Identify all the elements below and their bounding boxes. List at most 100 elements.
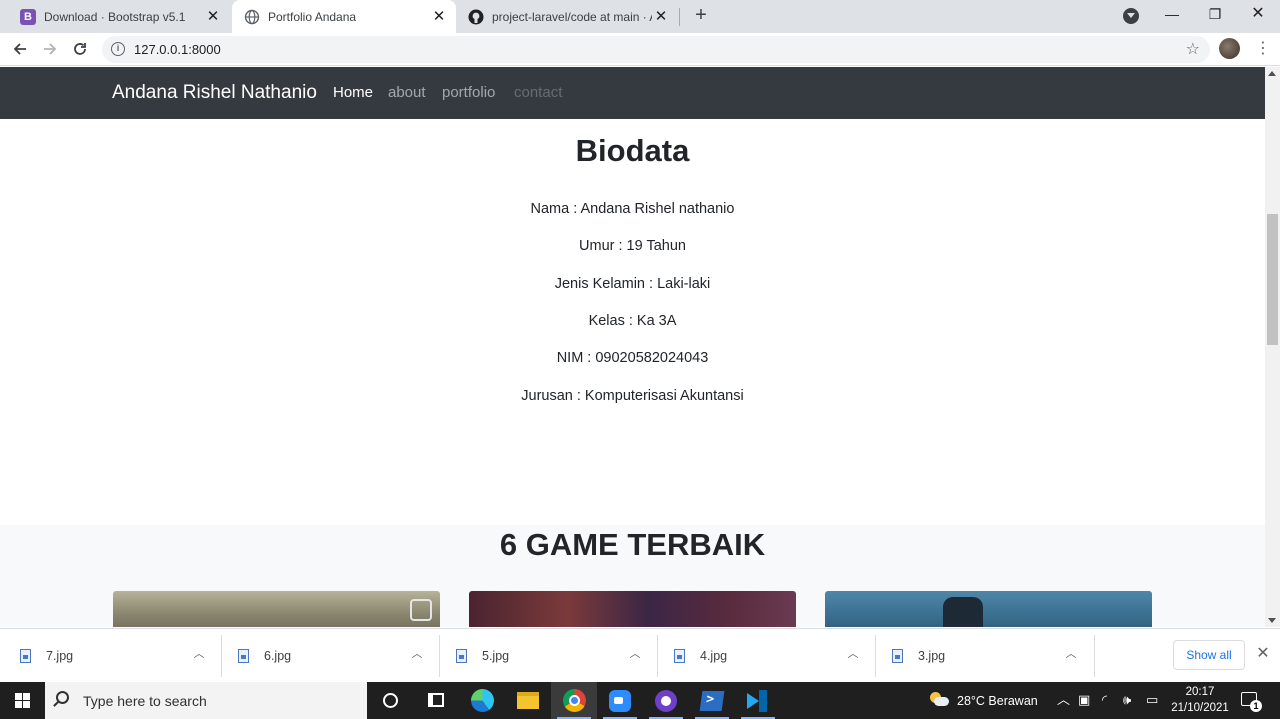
bookmark-star-icon[interactable]: ☆: [1186, 39, 1200, 59]
image-file-icon: [674, 649, 685, 663]
nav-link-about[interactable]: about: [388, 84, 426, 101]
close-icon[interactable]: ✕: [1253, 644, 1273, 664]
folder-icon: [517, 692, 539, 709]
edge-taskbar-button[interactable]: [459, 682, 505, 719]
nav-link-portfolio[interactable]: portfolio: [442, 84, 495, 101]
wifi-icon[interactable]: ◜: [1102, 691, 1107, 709]
vscode-taskbar-button[interactable]: [735, 682, 781, 719]
restore-button[interactable]: ❐: [1193, 0, 1237, 30]
network-status-icon[interactable]: ▣: [1078, 691, 1090, 709]
cortana-button[interactable]: [367, 682, 413, 719]
tab-search-icon[interactable]: [1123, 8, 1139, 24]
weather-widget[interactable]: 28°C Berawan: [957, 694, 1038, 708]
tab-portfolio[interactable]: Portfolio Andana ✕: [232, 0, 456, 33]
tab-strip: B Download · Bootstrap v5.1 ✕ Portfolio …: [0, 0, 1280, 33]
volume-icon[interactable]: 🕪: [1123, 691, 1131, 709]
game-card-image[interactable]: [113, 591, 440, 627]
clock-date: 21/10/2021: [1171, 702, 1229, 714]
chevron-up-icon[interactable]: ︿: [1057, 691, 1070, 709]
zoom-taskbar-button[interactable]: [597, 682, 643, 719]
taskbar-search[interactable]: Type here to search: [45, 682, 367, 719]
back-button[interactable]: [8, 37, 32, 61]
powershell-icon: [699, 691, 725, 711]
weather-icon[interactable]: [930, 692, 949, 706]
browser-menu-icon[interactable]: ⋮: [1255, 38, 1271, 60]
github-desktop-taskbar-button[interactable]: [643, 682, 689, 719]
window-close-button[interactable]: ✕: [1236, 0, 1280, 30]
tab-bootstrap[interactable]: B Download · Bootstrap v5.1 ✕: [8, 0, 230, 33]
powershell-taskbar-button[interactable]: [689, 682, 735, 719]
download-item[interactable]: 3.jpg ︿: [872, 629, 1093, 683]
file-explorer-taskbar-button[interactable]: [505, 682, 551, 719]
close-icon[interactable]: ✕: [652, 8, 670, 26]
address-bar[interactable]: i 127.0.0.1:8000 ☆: [102, 36, 1210, 63]
zoom-icon: [609, 690, 631, 712]
show-all-downloads-button[interactable]: Show all: [1173, 640, 1245, 670]
scroll-up-arrow-icon[interactable]: [1268, 71, 1276, 76]
download-item[interactable]: 5.jpg ︿: [436, 629, 657, 683]
taskbar-clock[interactable]: 20:17 21/10/2021: [1168, 684, 1232, 716]
github-icon: [468, 9, 484, 25]
tab-title: Download · Bootstrap v5.1: [44, 9, 186, 24]
download-filename: 5.jpg: [482, 649, 510, 663]
profile-avatar[interactable]: [1219, 38, 1240, 59]
edge-icon: [471, 689, 494, 712]
site-info-icon[interactable]: i: [111, 42, 125, 56]
battery-icon[interactable]: ▭: [1146, 691, 1158, 709]
download-divider: [1094, 635, 1095, 677]
minimize-button[interactable]: —: [1150, 0, 1194, 30]
chrome-taskbar-button[interactable]: [551, 682, 597, 719]
game-card-image[interactable]: [825, 591, 1152, 627]
new-tab-button[interactable]: +: [689, 4, 713, 28]
nav-link-contact[interactable]: contact: [514, 84, 562, 101]
task-view-button[interactable]: [413, 682, 459, 719]
tab-title: Portfolio Andana: [268, 9, 357, 24]
tab-github[interactable]: project-laravel/code at main · An ✕: [456, 0, 678, 33]
close-icon[interactable]: ✕: [430, 8, 448, 26]
game-card-image[interactable]: [469, 591, 796, 627]
chevron-up-icon[interactable]: ︿: [192, 646, 206, 660]
search-placeholder: Type here to search: [83, 693, 207, 709]
reload-button[interactable]: [68, 37, 92, 61]
bio-kelas: Kelas : Ka 3A: [588, 313, 677, 329]
scrollbar-thumb[interactable]: [1267, 214, 1278, 345]
chevron-up-icon[interactable]: ︿: [1064, 646, 1078, 660]
biodata-heading: Biodata: [575, 133, 690, 168]
navbar-brand[interactable]: Andana Rishel Nathanio: [112, 82, 317, 104]
image-file-icon: [456, 649, 467, 663]
chrome-icon: [563, 689, 586, 712]
image-file-icon: [20, 649, 31, 663]
windows-logo-icon: [15, 693, 30, 708]
clock-time: 20:17: [1185, 686, 1215, 698]
nav-link-home[interactable]: Home: [333, 84, 373, 101]
bio-umur: Umur : 19 Tahun: [579, 238, 686, 254]
bio-jenis-kelamin: Jenis Kelamin : Laki-laki: [554, 276, 711, 292]
windows-taskbar: Type here to search 28°C Berawan ︿ ▣ ◜ 🕪…: [0, 682, 1280, 719]
games-heading: 6 GAME TERBAIK: [499, 527, 766, 562]
forward-button[interactable]: [38, 37, 62, 61]
download-item[interactable]: 7.jpg ︿: [0, 629, 221, 683]
page-viewport: Andana Rishel Nathanio Home about portfo…: [0, 67, 1265, 627]
tab-divider: [679, 8, 680, 26]
page-scrollbar[interactable]: [1265, 67, 1280, 627]
url-text[interactable]: 127.0.0.1:8000: [134, 42, 221, 57]
chevron-up-icon[interactable]: ︿: [846, 646, 860, 660]
download-filename: 4.jpg: [700, 649, 728, 663]
game-character: [943, 597, 983, 627]
download-item[interactable]: 6.jpg ︿: [218, 629, 439, 683]
download-filename: 6.jpg: [264, 649, 292, 663]
chevron-up-icon[interactable]: ︿: [628, 646, 642, 660]
notification-count-badge: 1: [1250, 700, 1262, 712]
download-filename: 3.jpg: [918, 649, 946, 663]
browser-toolbar: i 127.0.0.1:8000 ☆: [0, 33, 1280, 66]
close-icon[interactable]: ✕: [204, 8, 222, 26]
task-view-icon: [428, 693, 444, 707]
search-icon: [56, 691, 69, 704]
download-item[interactable]: 4.jpg ︿: [654, 629, 875, 683]
scroll-down-arrow-icon[interactable]: [1268, 618, 1276, 623]
github-desktop-icon: [655, 690, 677, 712]
start-button[interactable]: [0, 682, 45, 719]
chevron-up-icon[interactable]: ︿: [410, 646, 424, 660]
bio-nim: NIM : 09020582024043: [556, 350, 709, 366]
bootstrap-icon: B: [20, 8, 36, 25]
